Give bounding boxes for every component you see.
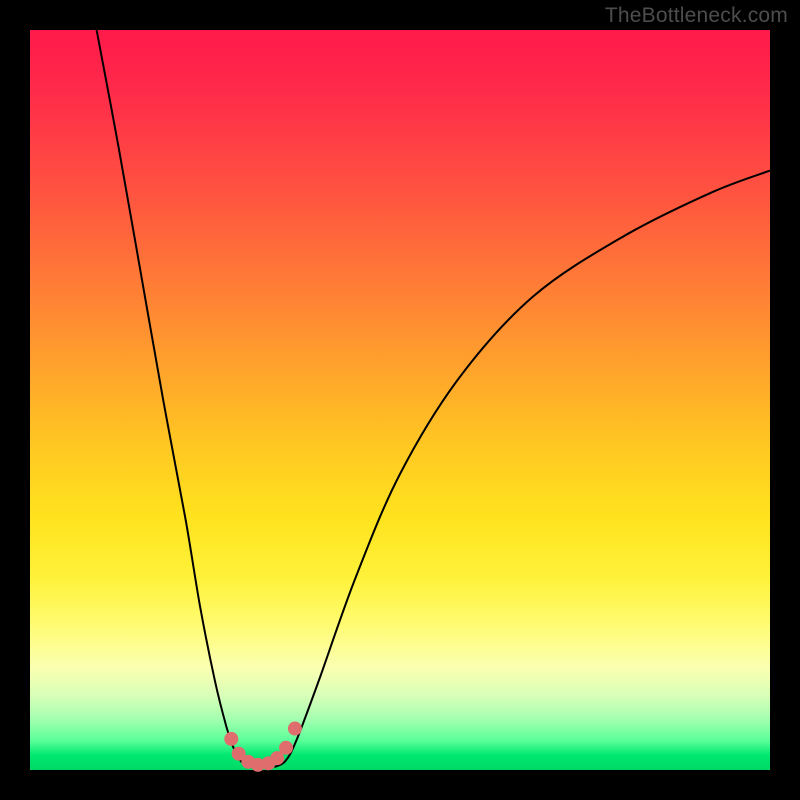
chart-frame: TheBottleneck.com [0,0,800,800]
trough-markers [224,722,302,772]
watermark-text: TheBottleneck.com [605,4,788,28]
trough-marker [224,732,238,746]
trough-marker [288,722,302,736]
curve-layer [30,30,770,770]
left-curve [97,30,252,767]
trough-marker [279,741,293,755]
plot-area [30,30,770,770]
right-curve [274,171,770,767]
